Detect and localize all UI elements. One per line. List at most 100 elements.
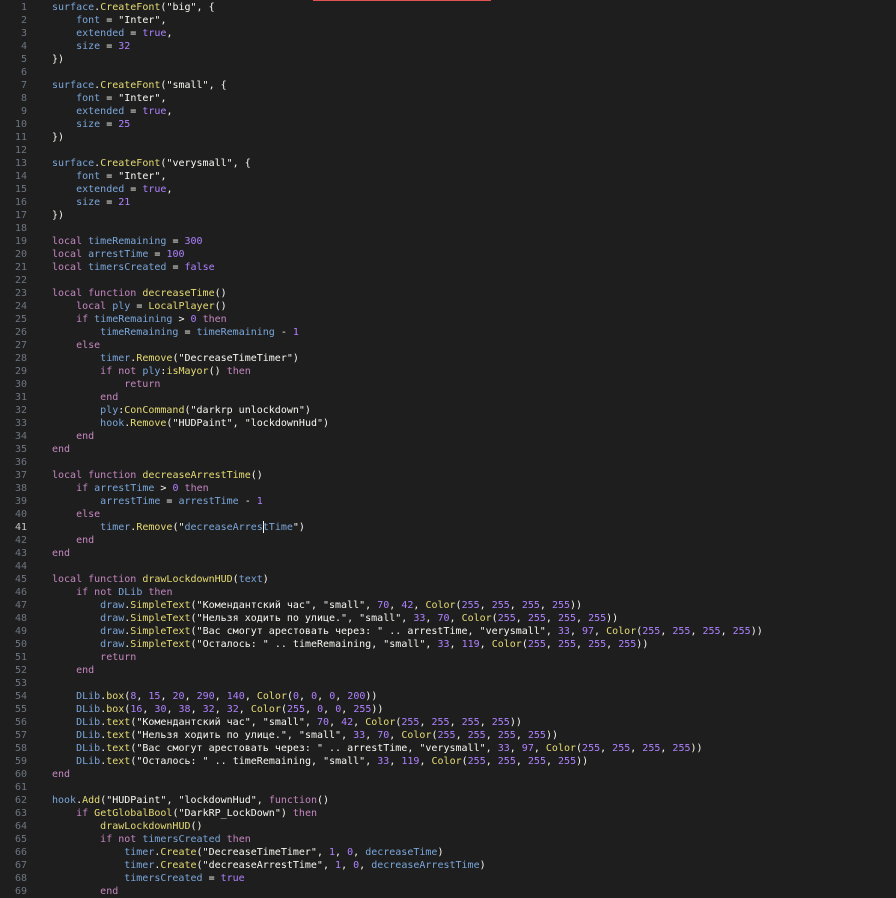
code-line[interactable]: DLib.box(8, 15, 20, 290, 140, Color(0, 0… bbox=[44, 690, 377, 703]
code-line[interactable]: hook.Remove("HUDPaint", "lockdownHud") bbox=[44, 417, 329, 430]
code-line[interactable]: draw.SimpleText("Комендантский час", "sm… bbox=[44, 599, 582, 612]
line-number: 45 bbox=[14, 574, 27, 585]
line-number: 52 bbox=[14, 665, 27, 676]
code-line[interactable]: timer.Create("decreaseArrestTime", 1, 0,… bbox=[44, 859, 485, 872]
code-line[interactable]: drawLockdownHUD() bbox=[44, 820, 202, 833]
code-line[interactable]: end bbox=[44, 664, 94, 677]
code-line[interactable]: font = "Inter", bbox=[44, 170, 166, 183]
line-number: 24 bbox=[14, 301, 27, 312]
code-line[interactable]: size = 25 bbox=[44, 118, 130, 131]
code-line[interactable]: if not DLib then bbox=[44, 586, 172, 599]
code-line-text: extended = true, bbox=[76, 184, 173, 195]
code-line[interactable]: draw.SimpleText("Вас смогут арестовать ч… bbox=[44, 625, 763, 638]
code-line[interactable]: ply:ConCommand("darkrp unlockdown") bbox=[44, 404, 311, 417]
code-line[interactable]: local timeRemaining = 300 bbox=[44, 235, 203, 248]
code-line[interactable] bbox=[44, 274, 52, 287]
code-line[interactable] bbox=[44, 456, 52, 469]
code-line[interactable]: arrestTime = arrestTime - 1 bbox=[44, 495, 263, 508]
code-line[interactable] bbox=[44, 66, 52, 79]
code-line[interactable]: if arrestTime > 0 then bbox=[44, 482, 209, 495]
code-line[interactable]: end bbox=[44, 547, 70, 560]
code-line-text: if not timersCreated then bbox=[100, 834, 251, 845]
code-line[interactable]: }) bbox=[44, 53, 64, 66]
code-line-text: else bbox=[76, 509, 101, 520]
code-line[interactable]: DLib.text("Комендантский час", "small", … bbox=[44, 716, 522, 729]
code-line[interactable]: else bbox=[44, 339, 100, 352]
code-line[interactable]: end bbox=[44, 534, 94, 547]
code-line[interactable]: size = 32 bbox=[44, 40, 130, 53]
line-number: 56 bbox=[14, 717, 27, 728]
code-line-text: end bbox=[52, 444, 71, 455]
code-line[interactable]: DLib.box(16, 30, 38, 32, 32, Color(255, … bbox=[44, 703, 383, 716]
line-number: 28 bbox=[14, 353, 27, 364]
code-line[interactable]: surface.CreateFont("verysmall", { bbox=[44, 157, 251, 170]
code-line[interactable]: size = 21 bbox=[44, 196, 130, 209]
code-line[interactable]: hook.Add("HUDPaint", "lockdownHud", func… bbox=[44, 794, 329, 807]
code-line[interactable]: font = "Inter", bbox=[44, 92, 166, 105]
code-line[interactable]: surface.CreateFont("big", { bbox=[44, 1, 215, 14]
code-line[interactable] bbox=[44, 144, 52, 157]
code-line[interactable]: timeRemaining = timeRemaining - 1 bbox=[44, 326, 299, 339]
line-number: 12 bbox=[14, 145, 27, 156]
code-line[interactable]: if timeRemaining > 0 then bbox=[44, 313, 227, 326]
code-line[interactable]: local function decreaseTime() bbox=[44, 287, 227, 300]
code-line[interactable]: local ply = LocalPlayer() bbox=[44, 300, 227, 313]
line-number: 33 bbox=[14, 418, 27, 429]
code-line-text: local function decreaseArrestTime() bbox=[52, 470, 263, 481]
code-line[interactable]: extended = true, bbox=[44, 183, 172, 196]
line-number: 1 bbox=[20, 2, 27, 13]
line-number: 8 bbox=[20, 93, 27, 104]
line-number: 6 bbox=[20, 67, 27, 78]
line-number: 62 bbox=[14, 795, 27, 806]
code-line[interactable]: end bbox=[44, 885, 118, 898]
code-line[interactable]: else bbox=[44, 508, 100, 521]
code-line[interactable] bbox=[44, 677, 52, 690]
code-line[interactable]: local timersCreated = false bbox=[44, 261, 215, 274]
code-line-text: else bbox=[76, 340, 101, 351]
code-line[interactable]: font = "Inter", bbox=[44, 14, 166, 27]
code-line[interactable]: if not ply:isMayor() then bbox=[44, 365, 251, 378]
code-line[interactable]: timersCreated = true bbox=[44, 872, 244, 885]
code-line[interactable]: }) bbox=[44, 131, 64, 144]
code-line[interactable]: timer.Remove("decreaseArrestTime") bbox=[44, 521, 305, 534]
code-line[interactable]: timer.Remove("DecreaseTimeTimer") bbox=[44, 352, 299, 365]
code-line[interactable]: return bbox=[44, 651, 136, 664]
code-line[interactable]: draw.SimpleText("Осталось: " .. timeRema… bbox=[44, 638, 648, 651]
code-line[interactable] bbox=[44, 560, 52, 573]
code-line[interactable]: end bbox=[44, 443, 70, 456]
code-line[interactable]: }) bbox=[44, 209, 64, 222]
code-line-text: timer.Remove("decreaseArrestTime") bbox=[100, 521, 305, 533]
code-line-text: local function drawLockdownHUD(text) bbox=[52, 574, 269, 585]
code-editor[interactable]: 1 2 3 4 5 6 7 8 9 10 11 12 13 14 15 16 17 18 19 20 21 22 23 24 2… bbox=[0, 0, 896, 898]
code-line-text: arrestTime = arrestTime - 1 bbox=[100, 496, 263, 507]
code-line[interactable]: timer.Create("DecreaseTimeTimer", 1, 0, … bbox=[44, 846, 443, 859]
code-line[interactable] bbox=[44, 222, 52, 235]
code-line[interactable]: if GetGlobalBool("DarkRP_LockDown") then bbox=[44, 807, 317, 820]
line-number: 43 bbox=[14, 548, 27, 559]
code-line-text: timer.Remove("DecreaseTimeTimer") bbox=[100, 353, 299, 364]
code-line-text: if not DLib then bbox=[76, 587, 173, 598]
code-line[interactable]: surface.CreateFont("small", { bbox=[44, 79, 227, 92]
code-line[interactable]: extended = true, bbox=[44, 27, 172, 40]
code-line[interactable]: local function drawLockdownHUD(text) bbox=[44, 573, 269, 586]
code-line[interactable]: end bbox=[44, 768, 70, 781]
code-line[interactable]: return bbox=[44, 378, 160, 391]
code-line[interactable]: if not timersCreated then bbox=[44, 833, 251, 846]
code-line[interactable]: extended = true, bbox=[44, 105, 172, 118]
code-line[interactable]: end bbox=[44, 391, 118, 404]
code-line-text: font = "Inter", bbox=[76, 171, 167, 182]
code-line[interactable]: end bbox=[44, 430, 94, 443]
code-area[interactable]: surface.CreateFont("big", { font = "Inte… bbox=[44, 0, 896, 898]
line-number: 11 bbox=[14, 132, 27, 143]
code-line[interactable]: local function decreaseArrestTime() bbox=[44, 469, 263, 482]
code-line[interactable]: local arrestTime = 100 bbox=[44, 248, 185, 261]
code-line[interactable]: DLib.text("Вас смогут арестовать через: … bbox=[44, 742, 702, 755]
code-line[interactable]: draw.SimpleText("Нельзя ходить по улице.… bbox=[44, 612, 618, 625]
line-number: 68 bbox=[14, 873, 27, 884]
code-line[interactable]: DLib.text("Осталось: " .. timeRemaining,… bbox=[44, 755, 588, 768]
code-line[interactable]: DLib.text("Нельзя ходить по улице.", "sm… bbox=[44, 729, 558, 742]
code-line[interactable] bbox=[44, 781, 52, 794]
